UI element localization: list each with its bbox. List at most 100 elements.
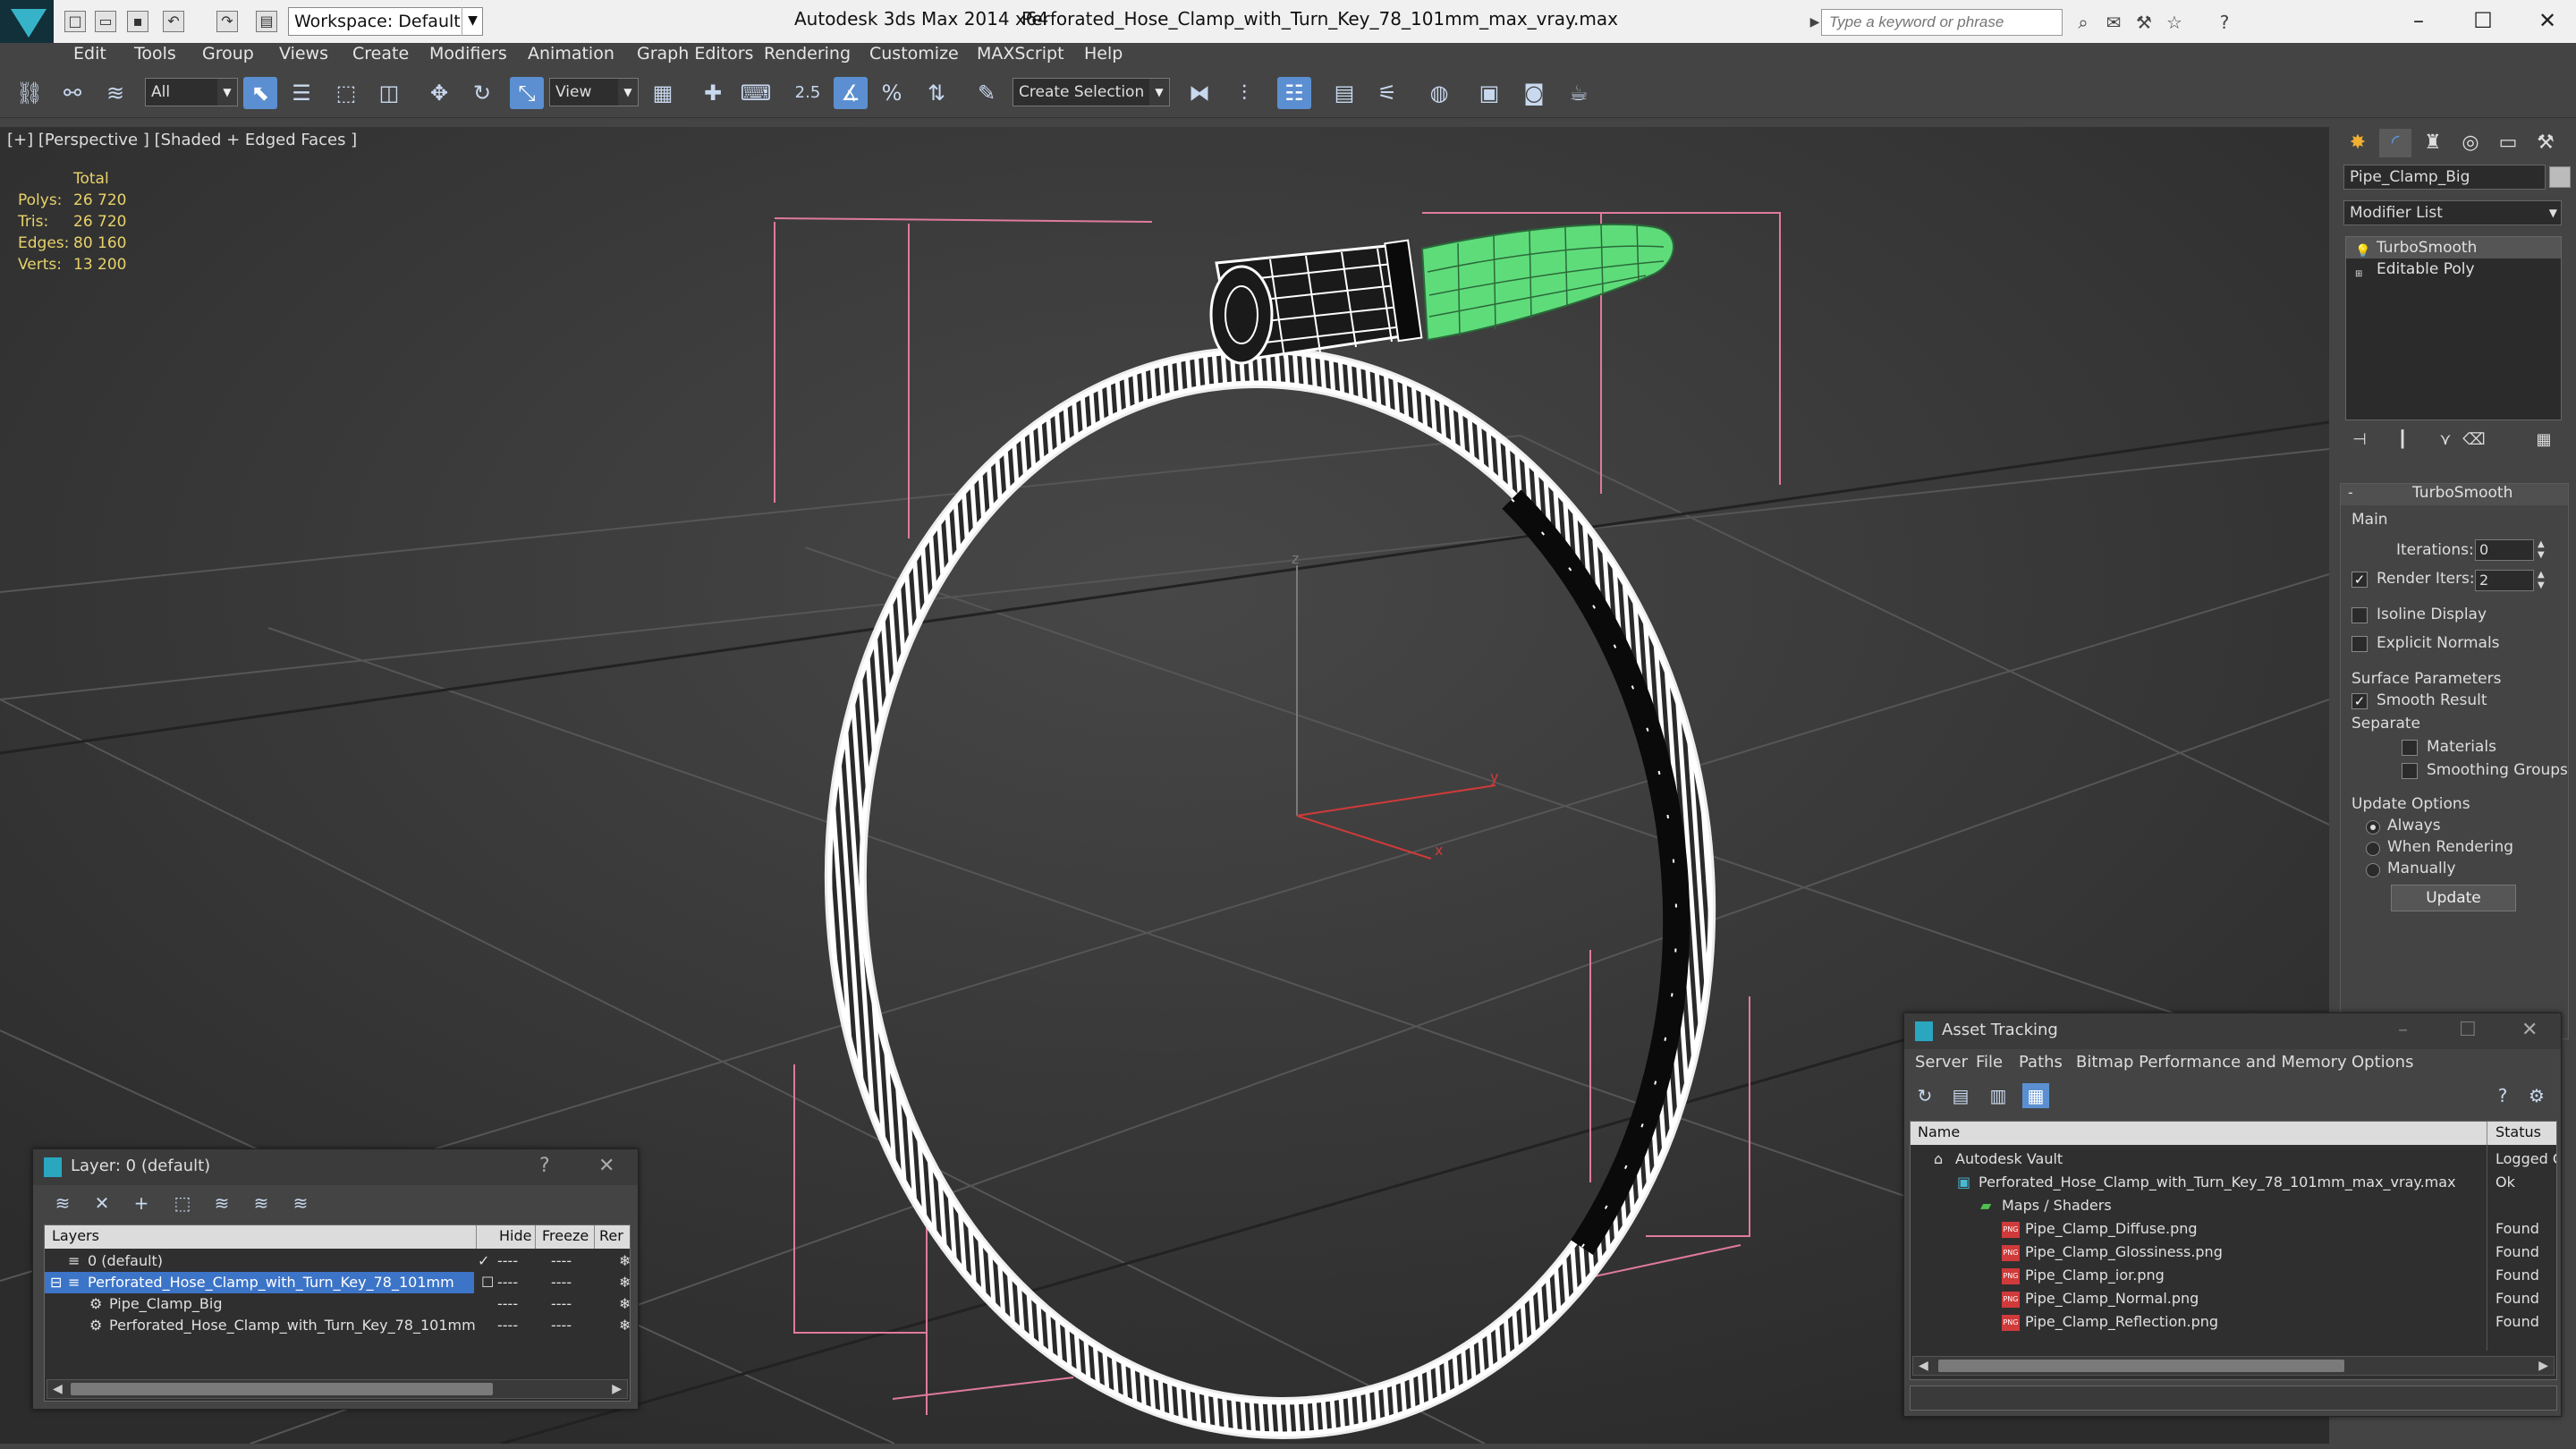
move-icon[interactable]: ✥ — [422, 77, 456, 109]
minimize-icon[interactable]: – — [2392, 4, 2445, 38]
refresh-icon[interactable]: ↻ — [1911, 1083, 1938, 1108]
redo-icon[interactable]: ↷ — [216, 11, 238, 32]
material-editor-icon[interactable]: ◍ — [1422, 77, 1456, 109]
asset-row[interactable]: PNG Pipe_Clamp_ior.png Found — [1911, 1265, 2556, 1286]
selection-filter-dropdown[interactable]: All ▼ — [145, 78, 238, 106]
menu-help[interactable]: Help — [1084, 44, 1123, 64]
scroll-left-icon[interactable]: ◀ — [53, 1380, 63, 1398]
rectangular-selection-icon[interactable]: ⬚ — [329, 77, 363, 109]
hide-toggle[interactable]: ---- — [497, 1295, 518, 1312]
asset-path-field[interactable] — [1910, 1385, 2557, 1411]
current-layer-check-icon[interactable]: ✓ — [478, 1252, 489, 1269]
new-layer-icon[interactable]: ≋ — [49, 1191, 76, 1216]
asset-row[interactable]: PNG Pipe_Clamp_Glossiness.png Found — [1911, 1241, 2556, 1263]
binoculars-icon[interactable]: ⌕ — [2072, 11, 2095, 34]
collapse-minus-icon[interactable]: - — [2348, 484, 2353, 501]
asset-row[interactable]: PNG Pipe_Clamp_Reflection.png Found — [1911, 1311, 2556, 1333]
close-icon[interactable]: ✕ — [2521, 4, 2574, 38]
modify-tab-icon[interactable]: ◜ — [2379, 129, 2411, 157]
help-icon[interactable]: ? — [2213, 11, 2236, 34]
scroll-left-icon[interactable]: ◀ — [1919, 1357, 1928, 1375]
hierarchy-tab-icon[interactable]: ♜ — [2417, 129, 2449, 157]
select-object-icon[interactable]: ⬉ — [243, 77, 277, 109]
stack-item-turbosmooth[interactable]: 💡 TurboSmooth — [2346, 237, 2561, 258]
smooth-result-checkbox[interactable]: ✓ — [2351, 693, 2368, 709]
menu-options[interactable]: Options — [2351, 1053, 2413, 1072]
communication-center-icon[interactable]: ✉ — [2102, 11, 2125, 34]
explicit-normals-checkbox[interactable] — [2351, 636, 2368, 652]
highlight-layer-icon[interactable]: ≋ — [208, 1191, 235, 1216]
maximize-icon[interactable]: ☐ — [2459, 1019, 2477, 1041]
percent-snap-icon[interactable]: % — [875, 77, 909, 109]
named-selection-dropdown[interactable]: Create Selection Se ▼ — [1013, 78, 1170, 106]
align-icon[interactable]: ⫶ — [1227, 77, 1261, 109]
render-production-icon[interactable]: ☕ — [1562, 77, 1596, 109]
select-manipulate-icon[interactable]: ✚ — [696, 77, 730, 109]
pivot-center-icon[interactable]: ▦ — [646, 77, 680, 109]
motion-tab-icon[interactable]: ◎ — [2454, 129, 2487, 157]
stack-item-editable-poly[interactable]: ⊞ Editable Poly — [2346, 258, 2561, 280]
menu-paths[interactable]: Paths — [2019, 1053, 2063, 1072]
project-folder-icon[interactable]: ▤ — [256, 11, 277, 32]
menu-create[interactable]: Create — [352, 44, 409, 64]
spinner-arrows-icon[interactable]: ▲ ▼ — [2538, 539, 2545, 561]
collapse-minus-icon[interactable]: ⊟ — [50, 1274, 62, 1291]
add-to-layer-icon[interactable]: + — [128, 1191, 155, 1216]
manually-radio[interactable] — [2366, 863, 2380, 877]
display-tab-icon[interactable]: ▭ — [2492, 129, 2524, 157]
column-status[interactable]: Status — [2496, 1123, 2541, 1140]
pin-stack-icon[interactable]: ⊣ — [2343, 426, 2376, 454]
select-by-name-icon[interactable]: ☰ — [284, 77, 318, 109]
asset-list-scrollbar[interactable]: ◀ ▶ — [1912, 1356, 2555, 1376]
snaps-toggle-icon[interactable]: 2.5 — [791, 77, 825, 109]
hide-toggle[interactable]: ---- — [497, 1274, 518, 1291]
layer-manager-icon[interactable]: ▤ — [1327, 77, 1361, 109]
asset-row[interactable]: ▣ Perforated_Hose_Clamp_with_Turn_Key_78… — [1911, 1172, 2556, 1193]
render-iters-checkbox[interactable]: ✓ — [2351, 572, 2368, 588]
menu-server[interactable]: Server — [1915, 1053, 1968, 1072]
menu-file[interactable]: File — [1976, 1053, 2003, 1072]
menu-maxscript[interactable]: MAXScript — [977, 44, 1064, 64]
show-end-result-icon[interactable]: ┃ — [2386, 426, 2419, 454]
make-unique-icon[interactable]: ⋎ — [2429, 426, 2462, 454]
configure-sets-icon[interactable]: ▦ — [2528, 426, 2560, 454]
favorites-star-icon[interactable]: ☆ — [2163, 11, 2186, 34]
menu-edit[interactable]: Edit — [73, 44, 106, 64]
freeze-all-layers-icon[interactable]: ≋ — [287, 1191, 314, 1216]
undo-icon[interactable]: ↶ — [163, 11, 184, 32]
menu-views[interactable]: Views — [279, 44, 328, 64]
asset-row[interactable]: PNG Pipe_Clamp_Normal.png Found — [1911, 1288, 2556, 1309]
render-toggle-icon[interactable]: ❄ — [619, 1317, 630, 1334]
menu-customize[interactable]: Customize — [869, 44, 959, 64]
utilities-tab-icon[interactable]: ⚒ — [2529, 129, 2562, 157]
make-current-checkbox-icon[interactable]: ☐ — [481, 1274, 494, 1291]
chevron-down-icon[interactable]: ▼ — [462, 7, 483, 36]
list-view-icon[interactable]: ▤ — [1947, 1083, 1974, 1108]
save-file-icon[interactable]: ▪ — [127, 11, 148, 32]
mirror-icon[interactable]: ⧓ — [1182, 77, 1216, 109]
iterations-spinner[interactable]: 0 — [2475, 539, 2534, 561]
column-freeze[interactable]: Freeze — [542, 1227, 589, 1244]
edit-named-selection-icon[interactable]: ✎ — [970, 77, 1004, 109]
select-and-link-icon[interactable]: ⛓ — [13, 77, 47, 109]
isoline-display-checkbox[interactable] — [2351, 607, 2368, 623]
rendered-frame-window-icon[interactable]: ◙ — [1517, 77, 1551, 109]
scroll-right-icon[interactable]: ▶ — [612, 1380, 622, 1398]
select-objects-in-layer-icon[interactable]: ⬚ — [169, 1191, 196, 1216]
render-setup-icon[interactable]: ▣ — [1472, 77, 1506, 109]
menu-bitmap-performance[interactable]: Bitmap Performance and Memory — [2076, 1053, 2347, 1072]
freeze-toggle[interactable]: ---- — [551, 1317, 572, 1334]
new-file-icon[interactable]: □ — [64, 11, 86, 32]
delete-layer-icon[interactable]: ✕ — [89, 1191, 115, 1216]
smoothing-groups-checkbox[interactable] — [2402, 763, 2418, 779]
hide-toggle[interactable]: ---- — [497, 1317, 518, 1334]
settings-icon[interactable]: ⚙ — [2523, 1083, 2550, 1108]
close-icon[interactable]: ✕ — [2521, 1019, 2538, 1041]
layer-row[interactable]: ⚙ Pipe_Clamp_Big ---- ---- ❄ — [45, 1293, 630, 1315]
expand-plus-icon[interactable]: ⊞ — [2355, 264, 2362, 285]
freeze-toggle[interactable]: ---- — [551, 1252, 572, 1269]
menu-graph-editors[interactable]: Graph Editors — [637, 44, 753, 64]
column-name[interactable]: Name — [1918, 1123, 1960, 1140]
viewport-label[interactable]: [+] [Perspective ] [Shaded + Edged Faces… — [7, 131, 357, 149]
layer-row[interactable]: ≡ 0 (default) ✓ ---- ---- ❄ — [45, 1250, 630, 1272]
